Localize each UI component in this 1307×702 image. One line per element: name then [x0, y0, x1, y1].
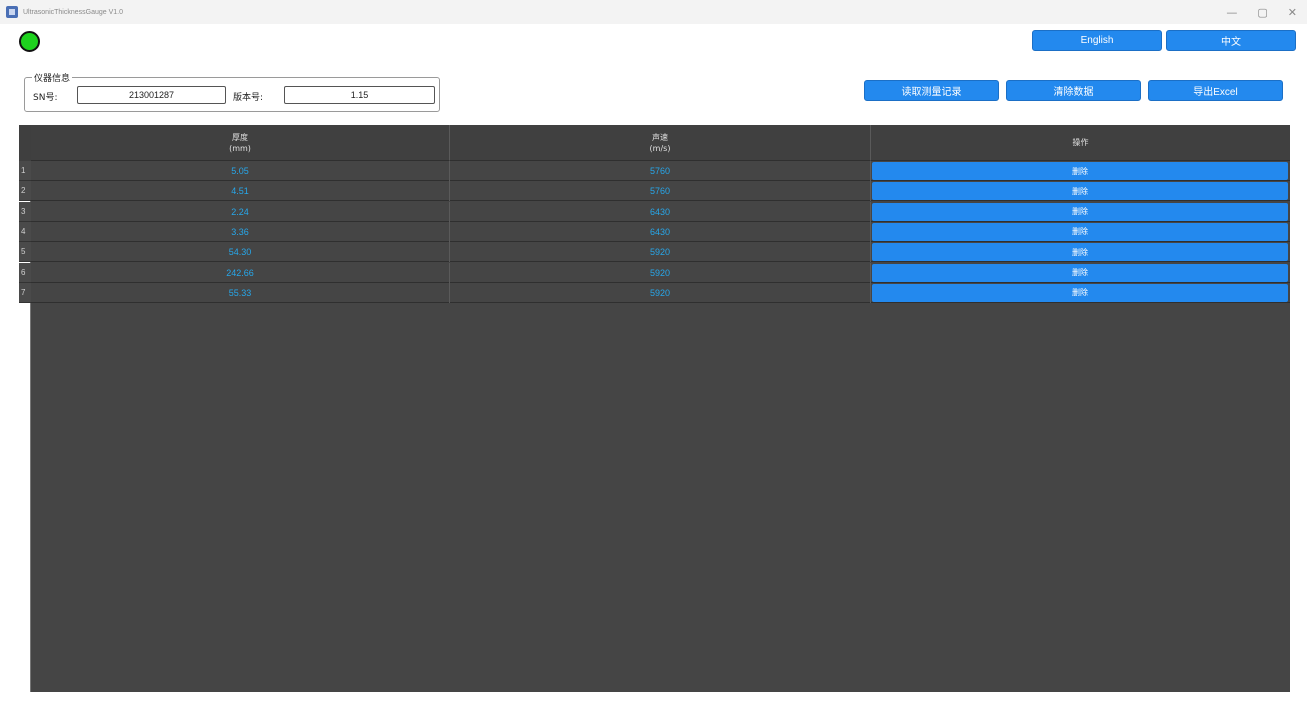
- table-row[interactable]: 4.51 5760 删除: [31, 181, 1290, 202]
- measurement-table: 厚度 (mm) 声速 (m/s) 操作 5.05 5760 删除 4.51 5760 删除…: [19, 125, 1290, 692]
- thickness-cell[interactable]: 3.36: [31, 221, 450, 242]
- column-header-thickness[interactable]: 厚度 (mm): [31, 125, 450, 161]
- delete-row-button[interactable]: 删除: [872, 283, 1288, 302]
- app-logo-icon: [6, 6, 18, 18]
- sn-field[interactable]: 213001287: [77, 86, 226, 104]
- delete-row-button[interactable]: 删除: [872, 182, 1288, 201]
- thickness-cell[interactable]: 2.24: [31, 201, 450, 222]
- close-icon[interactable]: ✕: [1288, 6, 1297, 19]
- table-row[interactable]: 3.36 6430 删除: [31, 221, 1290, 242]
- export-excel-button[interactable]: 导出Excel: [1148, 80, 1283, 101]
- thickness-cell[interactable]: 5.05: [31, 161, 450, 181]
- velocity-cell[interactable]: 5760: [450, 181, 871, 202]
- app-window: UltrasonicThicknessGauge V1.0 — ▢ ✕ Engl…: [0, 0, 1307, 702]
- version-label: 版本号:: [233, 93, 264, 103]
- column-header-unit: (mm): [229, 143, 251, 153]
- thickness-cell[interactable]: 55.33: [31, 282, 450, 303]
- sn-label: SN号:: [33, 93, 58, 103]
- row-number[interactable]: 2: [19, 181, 31, 202]
- column-header-operation[interactable]: 操作: [871, 125, 1290, 161]
- english-language-button[interactable]: English: [1032, 30, 1162, 51]
- minimize-icon[interactable]: —: [1226, 6, 1237, 19]
- row-number[interactable]: 7: [19, 282, 31, 303]
- delete-row-button[interactable]: 删除: [872, 162, 1288, 180]
- table-row[interactable]: 54.30 5920 删除: [31, 242, 1290, 263]
- velocity-cell[interactable]: 5920: [450, 262, 871, 283]
- row-number[interactable]: 4: [19, 221, 31, 242]
- table-row[interactable]: 5.05 5760 删除: [31, 161, 1290, 181]
- corner-header: [19, 125, 31, 161]
- row-number[interactable]: 5: [19, 242, 31, 263]
- thickness-cell[interactable]: 54.30: [31, 242, 450, 263]
- thickness-cell[interactable]: 4.51: [31, 181, 450, 202]
- column-header-label: 声速: [652, 132, 668, 142]
- velocity-cell[interactable]: 5920: [450, 242, 871, 263]
- row-number[interactable]: 3: [19, 201, 31, 222]
- velocity-cell[interactable]: 6430: [450, 201, 871, 222]
- column-header-velocity[interactable]: 声速 (m/s): [450, 125, 871, 161]
- read-records-button[interactable]: 读取测量记录: [864, 80, 999, 101]
- row-number[interactable]: 1: [19, 161, 31, 181]
- column-header-label: 厚度: [232, 132, 248, 142]
- column-header-unit: (m/s): [649, 143, 671, 153]
- thickness-cell[interactable]: 242.66: [31, 262, 450, 283]
- window-title: UltrasonicThicknessGauge V1.0: [23, 8, 123, 16]
- table-row[interactable]: 55.33 5920 删除: [31, 282, 1290, 303]
- window-controls: — ▢ ✕: [1226, 0, 1297, 24]
- table-row[interactable]: 242.66 5920 删除: [31, 262, 1290, 283]
- delete-row-button[interactable]: 删除: [872, 243, 1288, 262]
- connection-status-led: [19, 31, 40, 52]
- title-bar: UltrasonicThicknessGauge V1.0 — ▢ ✕: [0, 0, 1307, 24]
- velocity-cell[interactable]: 6430: [450, 221, 871, 242]
- velocity-cell[interactable]: 5760: [450, 161, 871, 181]
- delete-row-button[interactable]: 删除: [872, 263, 1288, 282]
- row-number[interactable]: 6: [19, 262, 31, 283]
- column-header-label: 操作: [1072, 138, 1089, 147]
- table-row[interactable]: 2.24 6430 删除: [31, 201, 1290, 222]
- clear-data-button[interactable]: 清除数据: [1006, 80, 1141, 101]
- chinese-language-button[interactable]: 中文: [1166, 30, 1296, 51]
- maximize-icon[interactable]: ▢: [1257, 6, 1267, 19]
- velocity-cell[interactable]: 5920: [450, 282, 871, 303]
- device-info-title: 仪器信息: [32, 71, 73, 84]
- delete-row-button[interactable]: 删除: [872, 222, 1288, 241]
- delete-row-button[interactable]: 删除: [872, 202, 1288, 221]
- version-field[interactable]: 1.15: [284, 86, 435, 104]
